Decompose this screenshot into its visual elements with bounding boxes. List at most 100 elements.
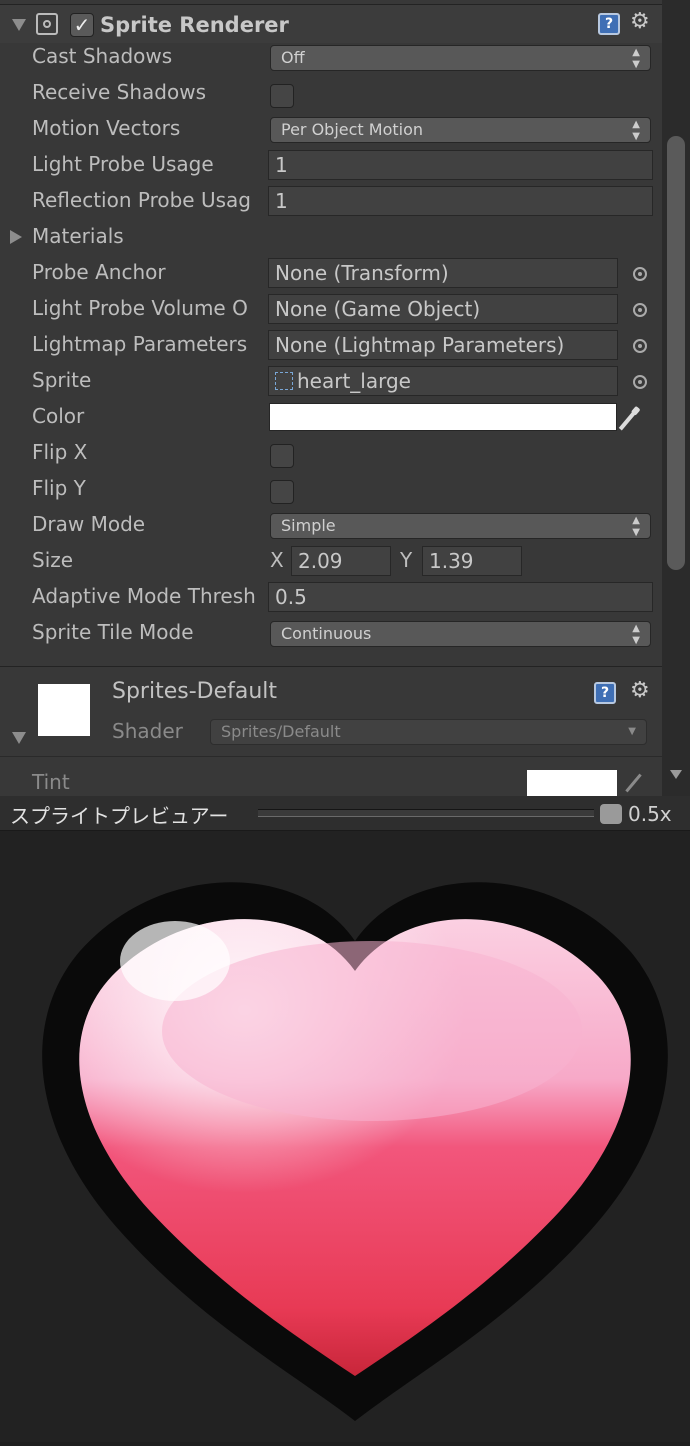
light-probe-usage-label: Light Probe Usage bbox=[32, 152, 214, 176]
probe-anchor-label: Probe Anchor bbox=[32, 260, 166, 284]
sprite-field[interactable]: heart_large bbox=[268, 366, 618, 396]
sprite-tile-mode-dropdown[interactable]: Continuous ▲ ▼ bbox=[270, 621, 651, 647]
gear-icon[interactable]: ⚙ bbox=[630, 680, 650, 702]
scroll-down-arrow-icon[interactable] bbox=[670, 770, 682, 779]
eyedropper-icon[interactable] bbox=[618, 409, 638, 431]
section-divider bbox=[0, 666, 662, 667]
row-sprite: Sprite heart_large bbox=[0, 364, 662, 400]
dropdown-arrows-icon: ▲ ▼ bbox=[632, 47, 640, 70]
row-probe-anchor: Probe Anchor None (Transform) bbox=[0, 256, 662, 292]
cast-shadows-dropdown[interactable]: Off ▲ ▼ bbox=[270, 45, 651, 71]
row-flip-x: Flip X bbox=[0, 436, 662, 472]
dropdown-arrows-icon: ▲ ▼ bbox=[632, 515, 640, 538]
foldout-arrow-icon[interactable] bbox=[12, 19, 26, 31]
heart-sprite-image bbox=[42, 882, 668, 1421]
component-header[interactable]: ✓ Sprite Renderer ? ⚙ bbox=[0, 4, 662, 43]
light-probe-usage-field[interactable]: 1 bbox=[268, 150, 653, 180]
tint-color-swatch[interactable] bbox=[527, 770, 617, 796]
row-color: Color bbox=[0, 400, 662, 436]
sprite-preview-area bbox=[0, 831, 690, 1442]
object-picker-icon[interactable] bbox=[633, 267, 647, 281]
adaptive-mode-threshold-field[interactable]: 0.5 bbox=[268, 582, 653, 612]
eyedropper-icon[interactable] bbox=[625, 773, 642, 793]
probe-anchor-field[interactable]: None (Transform) bbox=[268, 258, 618, 288]
object-picker-icon[interactable] bbox=[633, 303, 647, 317]
draw-mode-label: Draw Mode bbox=[32, 512, 146, 536]
reflection-probe-usage-label: Reflection Probe Usag bbox=[32, 188, 251, 212]
row-reflection-probe-usage: Reflection Probe Usag 1 bbox=[0, 184, 662, 220]
lightmap-parameters-label: Lightmap Parameters bbox=[32, 332, 248, 356]
shader-label: Shader bbox=[112, 719, 183, 743]
size-y-field[interactable]: 1.39 bbox=[422, 546, 522, 576]
material-thumbnail[interactable] bbox=[38, 684, 90, 736]
sprite-tile-mode-label: Sprite Tile Mode bbox=[32, 620, 194, 644]
flip-y-label: Flip Y bbox=[32, 476, 86, 500]
motion-vectors-dropdown[interactable]: Per Object Motion ▲ ▼ bbox=[270, 117, 651, 143]
component-title: Sprite Renderer bbox=[100, 13, 289, 37]
draw-mode-value: Simple bbox=[281, 516, 336, 535]
sprite-renderer-icon bbox=[36, 13, 58, 35]
row-lightmap-parameters: Lightmap Parameters None (Lightmap Param… bbox=[0, 328, 662, 364]
receive-shadows-checkbox[interactable] bbox=[270, 84, 294, 108]
flip-x-checkbox[interactable] bbox=[270, 444, 294, 468]
row-cast-shadows: Cast Shadows Off ▲ ▼ bbox=[0, 40, 662, 76]
row-adaptive-mode-threshold: Adaptive Mode Thresh 0.5 bbox=[0, 580, 662, 616]
flip-y-checkbox[interactable] bbox=[270, 480, 294, 504]
row-light-probe-volume: Light Probe Volume O None (Game Object) bbox=[0, 292, 662, 328]
inspector-panel: ✓ Sprite Renderer ? ⚙ Cast Shadows Off ▲… bbox=[0, 0, 662, 796]
row-motion-vectors: Motion Vectors Per Object Motion ▲ ▼ bbox=[0, 112, 662, 148]
size-label: Size bbox=[32, 548, 74, 572]
sprite-tile-mode-value: Continuous bbox=[281, 624, 372, 643]
material-name: Sprites-Default bbox=[112, 679, 278, 704]
row-materials[interactable]: Materials bbox=[0, 220, 662, 256]
materials-foldout-icon[interactable] bbox=[10, 230, 22, 244]
flip-x-label: Flip X bbox=[32, 440, 88, 464]
row-draw-mode: Draw Mode Simple ▲ ▼ bbox=[0, 508, 662, 544]
color-label: Color bbox=[32, 404, 85, 428]
light-probe-volume-label: Light Probe Volume O bbox=[32, 296, 248, 320]
dropdown-arrows-icon: ▲ ▼ bbox=[632, 119, 640, 142]
tint-label: Tint bbox=[32, 770, 70, 794]
shader-value: Sprites/Default bbox=[221, 722, 341, 741]
preview-header: スプライトプレビュアー 0.5x bbox=[0, 796, 690, 831]
inspector-scrollbar[interactable] bbox=[662, 0, 690, 796]
shader-dropdown[interactable]: Sprites/Default ▼ bbox=[210, 719, 647, 745]
adaptive-mode-threshold-label: Adaptive Mode Thresh bbox=[32, 584, 256, 608]
dropdown-arrows-icon: ▲ ▼ bbox=[632, 623, 640, 646]
object-picker-icon[interactable] bbox=[633, 339, 647, 353]
draw-mode-dropdown[interactable]: Simple ▲ ▼ bbox=[270, 513, 651, 539]
sprite-asset-icon bbox=[275, 372, 293, 390]
row-size: Size X 2.09 Y 1.39 bbox=[0, 544, 662, 580]
sprite-label: Sprite bbox=[32, 368, 92, 392]
chevron-down-icon: ▼ bbox=[628, 726, 636, 737]
row-light-probe-usage: Light Probe Usage 1 bbox=[0, 148, 662, 184]
help-icon[interactable]: ? bbox=[598, 13, 620, 35]
help-icon[interactable]: ? bbox=[594, 682, 616, 704]
zoom-level: 0.5x bbox=[628, 802, 672, 826]
sprite-value: heart_large bbox=[297, 369, 411, 393]
size-y-label: Y bbox=[400, 548, 413, 572]
preview-title: スプライトプレビュアー bbox=[10, 804, 229, 828]
row-sprite-tile-mode: Sprite Tile Mode Continuous ▲ ▼ bbox=[0, 616, 662, 652]
section-divider bbox=[0, 756, 662, 757]
motion-vectors-value: Per Object Motion bbox=[281, 120, 424, 139]
size-x-field[interactable]: 2.09 bbox=[291, 546, 391, 576]
light-probe-volume-field[interactable]: None (Game Object) bbox=[268, 294, 618, 324]
gear-icon[interactable]: ⚙ bbox=[630, 11, 650, 33]
row-flip-y: Flip Y bbox=[0, 472, 662, 508]
color-swatch[interactable] bbox=[269, 403, 617, 431]
component-enabled-checkbox[interactable]: ✓ bbox=[70, 13, 94, 37]
motion-vectors-label: Motion Vectors bbox=[32, 116, 181, 140]
material-foldout-icon[interactable] bbox=[12, 732, 26, 744]
object-picker-icon[interactable] bbox=[633, 375, 647, 389]
reflection-probe-usage-field[interactable]: 1 bbox=[268, 186, 653, 216]
scrollbar-thumb[interactable] bbox=[667, 136, 685, 570]
zoom-slider-thumb[interactable] bbox=[600, 804, 622, 824]
size-x-label: X bbox=[270, 548, 284, 572]
row-receive-shadows: Receive Shadows bbox=[0, 76, 662, 112]
cast-shadows-value: Off bbox=[281, 48, 305, 67]
receive-shadows-label: Receive Shadows bbox=[32, 80, 206, 104]
materials-label[interactable]: Materials bbox=[32, 224, 266, 248]
lightmap-parameters-field[interactable]: None (Lightmap Parameters) bbox=[268, 330, 618, 360]
zoom-slider[interactable] bbox=[258, 809, 594, 817]
